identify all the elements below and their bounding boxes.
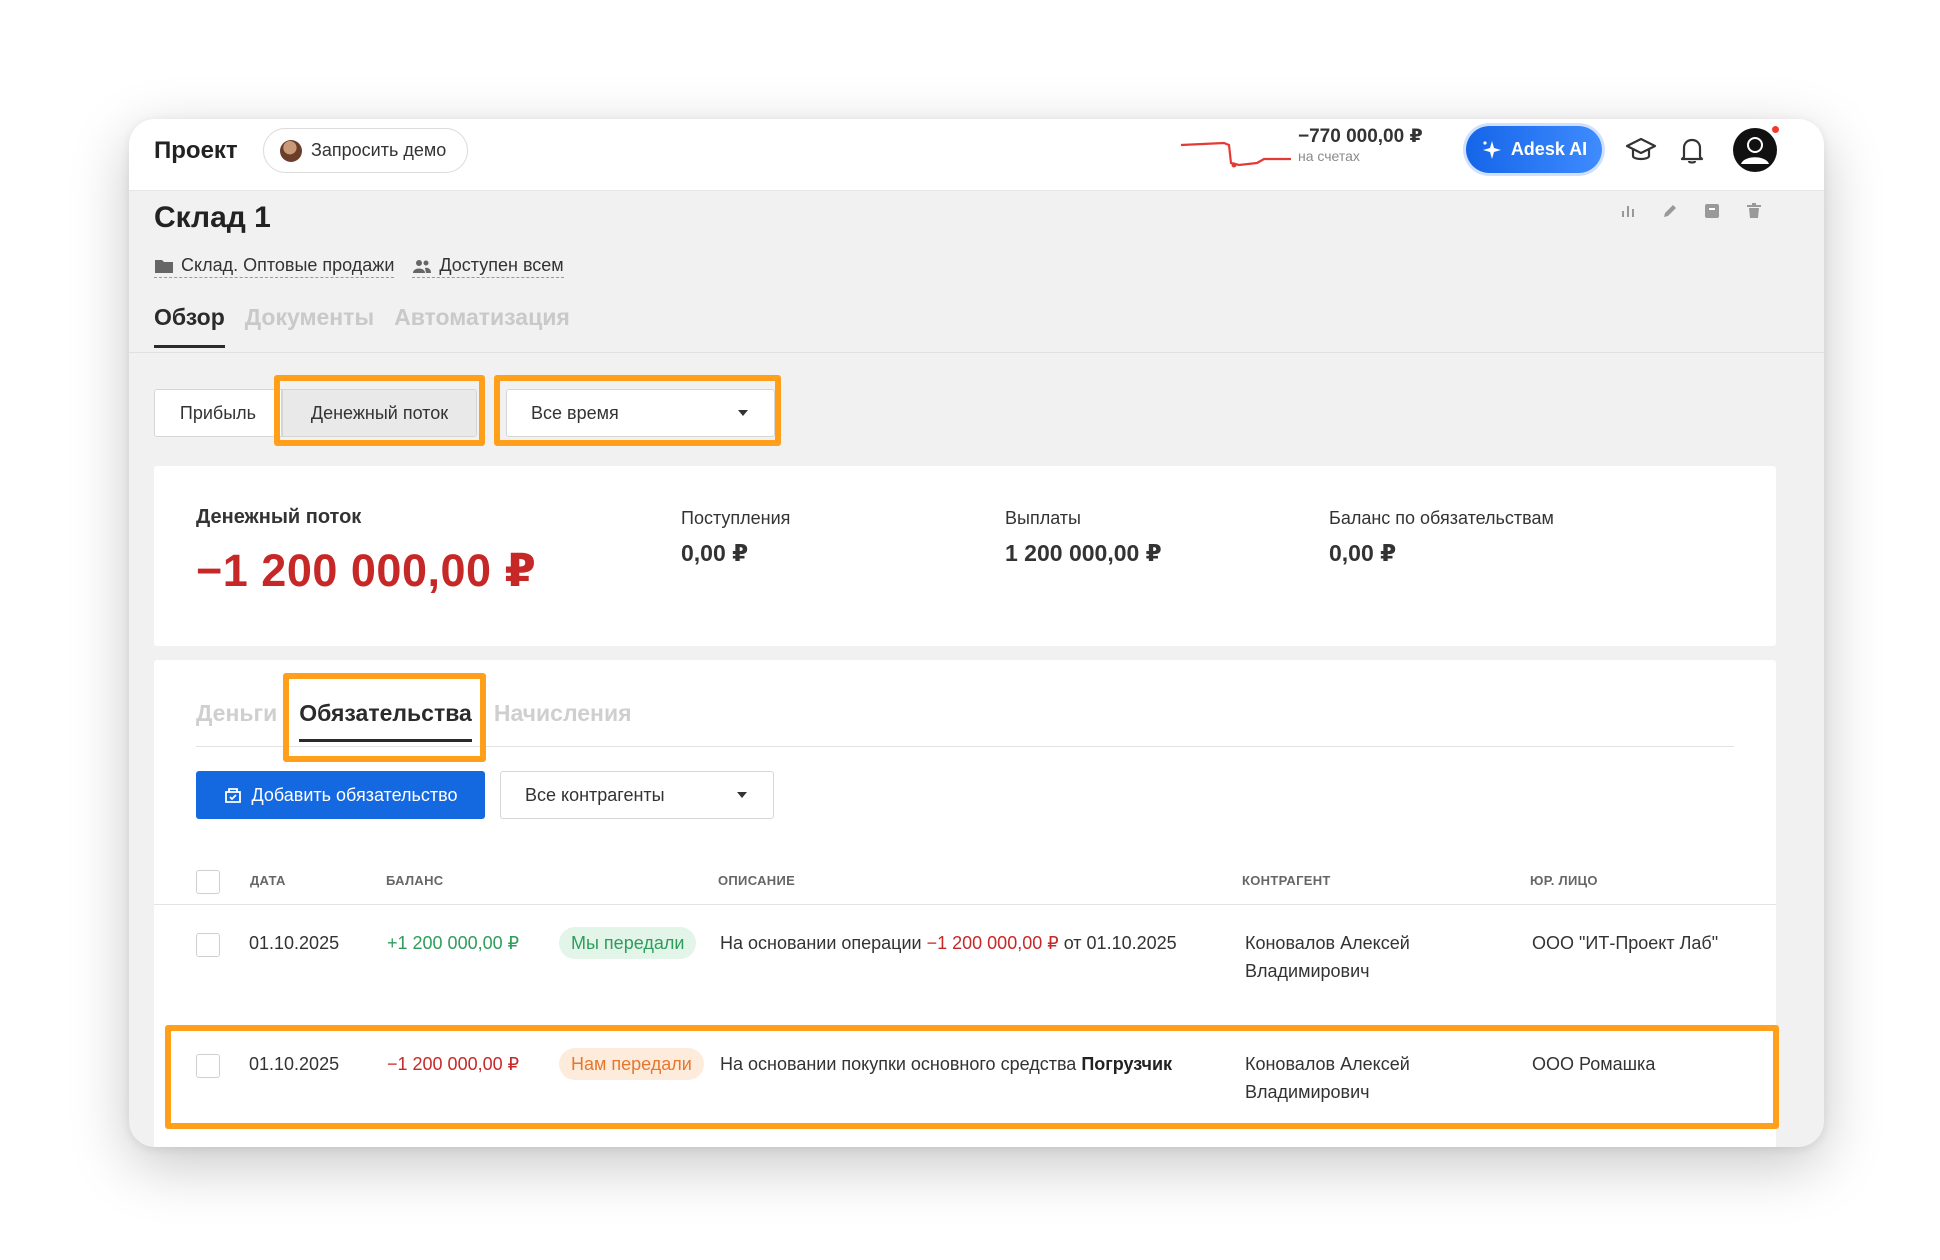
obligations-tabs: Деньги Обязательства Начисления <box>196 700 632 742</box>
description-asset[interactable]: Погрузчик <box>1081 1054 1172 1074</box>
folder-label: Склад. Оптовые продажи <box>181 255 395 275</box>
chevron-down-icon <box>737 792 747 798</box>
access-label: Доступен всем <box>439 255 564 275</box>
description-date: от 01.10.2025 <box>1058 933 1177 953</box>
add-obligation-icon <box>225 788 242 803</box>
manager-avatar-icon <box>280 139 302 162</box>
folder-link[interactable]: Склад. Оптовые продажи <box>154 255 395 278</box>
row-date: 01.10.2025 <box>249 1054 340 1074</box>
row-description: На основании операции −1 200 000,00 ₽ от… <box>720 929 1177 957</box>
education-icon[interactable] <box>1624 133 1658 167</box>
liabilities-value: 0,00 ₽ <box>1329 540 1397 566</box>
chevron-down-icon <box>738 410 748 416</box>
description-text: На основании покупки основного средства <box>720 1054 1082 1074</box>
cashflow-summary-card: Денежный поток −1 200 000,00 ₽ Поступлен… <box>154 466 1776 646</box>
access-link[interactable]: Доступен всем <box>412 255 564 278</box>
column-date[interactable]: ДАТА <box>250 873 286 888</box>
row-balance: +1 200 000,00 ₽ <box>387 933 520 953</box>
users-icon <box>413 259 432 273</box>
row-date: 01.10.2025 <box>249 933 340 953</box>
tab-money[interactable]: Деньги <box>196 700 277 742</box>
app-window: Проект Запросить демо −770 000,00 ₽ на с… <box>129 119 1824 1147</box>
project-name[interactable]: Проект <box>154 137 238 165</box>
counterparty-name-line2: Владимирович <box>1245 1082 1370 1102</box>
row-counterparty: Коновалов Алексей Владимирович <box>1245 929 1410 985</box>
header-tools <box>1618 201 1764 221</box>
row-description: На основании покупки основного средства … <box>720 1050 1172 1078</box>
row-legal-entity: ООО Ромашка <box>1532 1054 1656 1074</box>
row-balance: −1 200 000,00 ₽ <box>387 1054 520 1074</box>
request-demo-button[interactable]: Запросить демо <box>263 128 468 173</box>
balance-caption: на счетах <box>1298 148 1360 164</box>
counterparty-select[interactable]: Все контрагенты <box>500 771 774 819</box>
period-select-value: Все время <box>531 402 619 423</box>
select-all-checkbox[interactable] <box>196 870 220 894</box>
balance-sparkline-icon <box>1180 141 1291 168</box>
liabilities-label: Баланс по обязательствам <box>1329 508 1554 528</box>
payments-label: Выплаты <box>1005 508 1081 528</box>
obligations-card: Деньги Обязательства Начисления Добавить… <box>154 660 1776 1147</box>
tab-overview[interactable]: Обзор <box>154 304 225 348</box>
sparkle-icon <box>1482 140 1501 159</box>
description-amount[interactable]: −1 200 000,00 ₽ <box>927 933 1059 953</box>
tab-obligations[interactable]: Обязательства <box>299 700 472 742</box>
adesk-ai-label: Adesk AI <box>1510 139 1588 159</box>
adesk-ai-button[interactable]: Adesk AI <box>1466 126 1602 173</box>
column-legal-entity[interactable]: ЮР. ЛИЦО <box>1530 873 1598 888</box>
tab-accruals[interactable]: Начисления <box>494 700 632 742</box>
cashflow-value: −1 200 000,00 ₽ <box>196 545 537 596</box>
notification-dot <box>1770 124 1781 135</box>
status-badge: Мы передали <box>559 927 697 959</box>
trash-icon[interactable] <box>1744 201 1764 221</box>
row-checkbox[interactable] <box>196 933 220 957</box>
row-legal-entity: ООО "ИТ-Проект Лаб" <box>1532 933 1719 953</box>
payments-value: 1 200 000,00 ₽ <box>1005 540 1162 566</box>
obligations-divider <box>196 746 1734 747</box>
balance-value: −770 000,00 ₽ <box>1298 126 1423 147</box>
column-balance[interactable]: БАЛАНС <box>386 873 443 888</box>
receipts-label: Поступления <box>681 508 791 528</box>
counterparty-name-line2: Владимирович <box>1245 961 1370 981</box>
top-bar: Проект Запросить демо −770 000,00 ₽ на с… <box>129 119 1824 191</box>
edit-icon[interactable] <box>1660 201 1680 221</box>
counterparty-select-value: Все контрагенты <box>525 784 665 805</box>
receipts-value: 0,00 ₽ <box>681 540 749 566</box>
table-row[interactable]: 01.10.2025 −1 200 000,00 ₽ Нам передали … <box>154 1048 1776 1147</box>
page-tabs: Обзор Документы Автоматизация <box>154 304 570 348</box>
counterparty-name-line1: Коновалов Алексей <box>1245 1054 1410 1074</box>
counterparty-name-line1: Коновалов Алексей <box>1245 933 1410 953</box>
page-title: Склад 1 <box>154 201 271 234</box>
column-counterparty[interactable]: КОНТРАГЕНТ <box>1242 873 1331 888</box>
bell-icon[interactable] <box>1675 133 1709 167</box>
cashflow-label: Денежный поток <box>196 506 362 528</box>
header-divider <box>129 352 1824 353</box>
status-badge: Нам передали <box>559 1048 704 1080</box>
row-checkbox[interactable] <box>196 1054 220 1078</box>
table-header: ДАТА БАЛАНС ОПИСАНИЕ КОНТРАГЕНТ ЮР. ЛИЦО <box>154 860 1776 905</box>
tab-automation[interactable]: Автоматизация <box>394 304 570 348</box>
chart-icon[interactable] <box>1618 201 1638 221</box>
description-text: На основании операции <box>720 933 927 953</box>
cashflow-toggle-button[interactable]: Денежный поток <box>282 389 477 437</box>
folder-icon <box>155 259 173 273</box>
add-obligation-label: Добавить обязательство <box>251 784 458 805</box>
tab-documents[interactable]: Документы <box>245 304 374 348</box>
accounts-balance[interactable]: −770 000,00 ₽ на счетах <box>1298 127 1423 163</box>
profit-toggle-button[interactable]: Прибыль <box>154 389 282 437</box>
request-demo-label: Запросить демо <box>311 140 447 160</box>
page-meta: Склад. Оптовые продажи Доступен всем <box>154 255 564 278</box>
row-counterparty: Коновалов Алексей Владимирович <box>1245 1050 1410 1106</box>
column-description[interactable]: ОПИСАНИЕ <box>718 873 795 888</box>
archive-icon[interactable] <box>1702 201 1722 221</box>
user-avatar[interactable] <box>1731 124 1781 174</box>
add-obligation-button[interactable]: Добавить обязательство <box>196 771 485 819</box>
period-select[interactable]: Все время <box>506 389 775 437</box>
table-row[interactable]: 01.10.2025 +1 200 000,00 ₽ Мы передали Н… <box>154 927 1776 1029</box>
